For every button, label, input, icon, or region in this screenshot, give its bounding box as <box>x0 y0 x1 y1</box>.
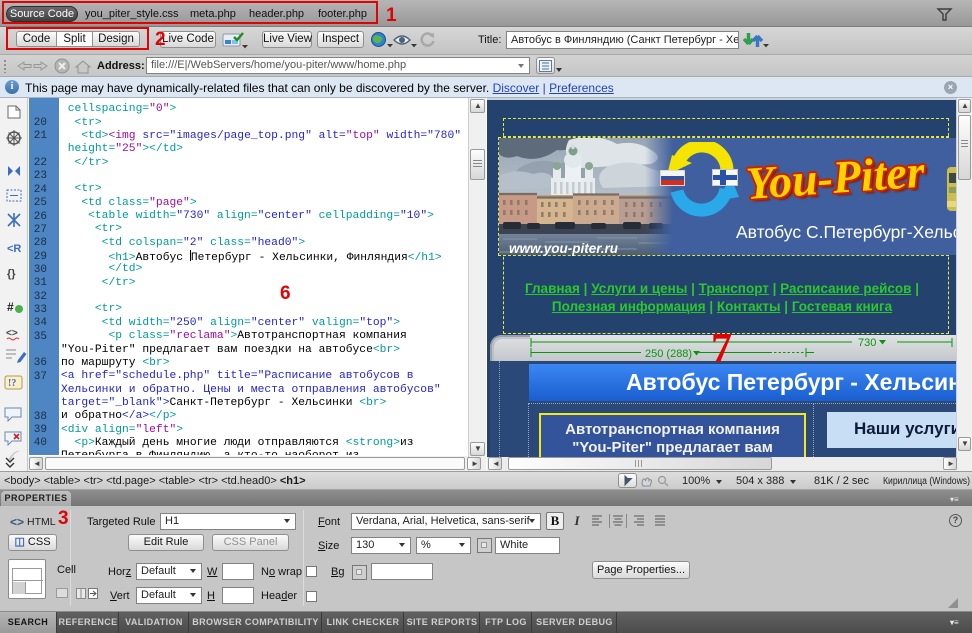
svg-text:250 (288): 250 (288) <box>645 348 692 360</box>
svg-text:730: 730 <box>858 337 876 349</box>
